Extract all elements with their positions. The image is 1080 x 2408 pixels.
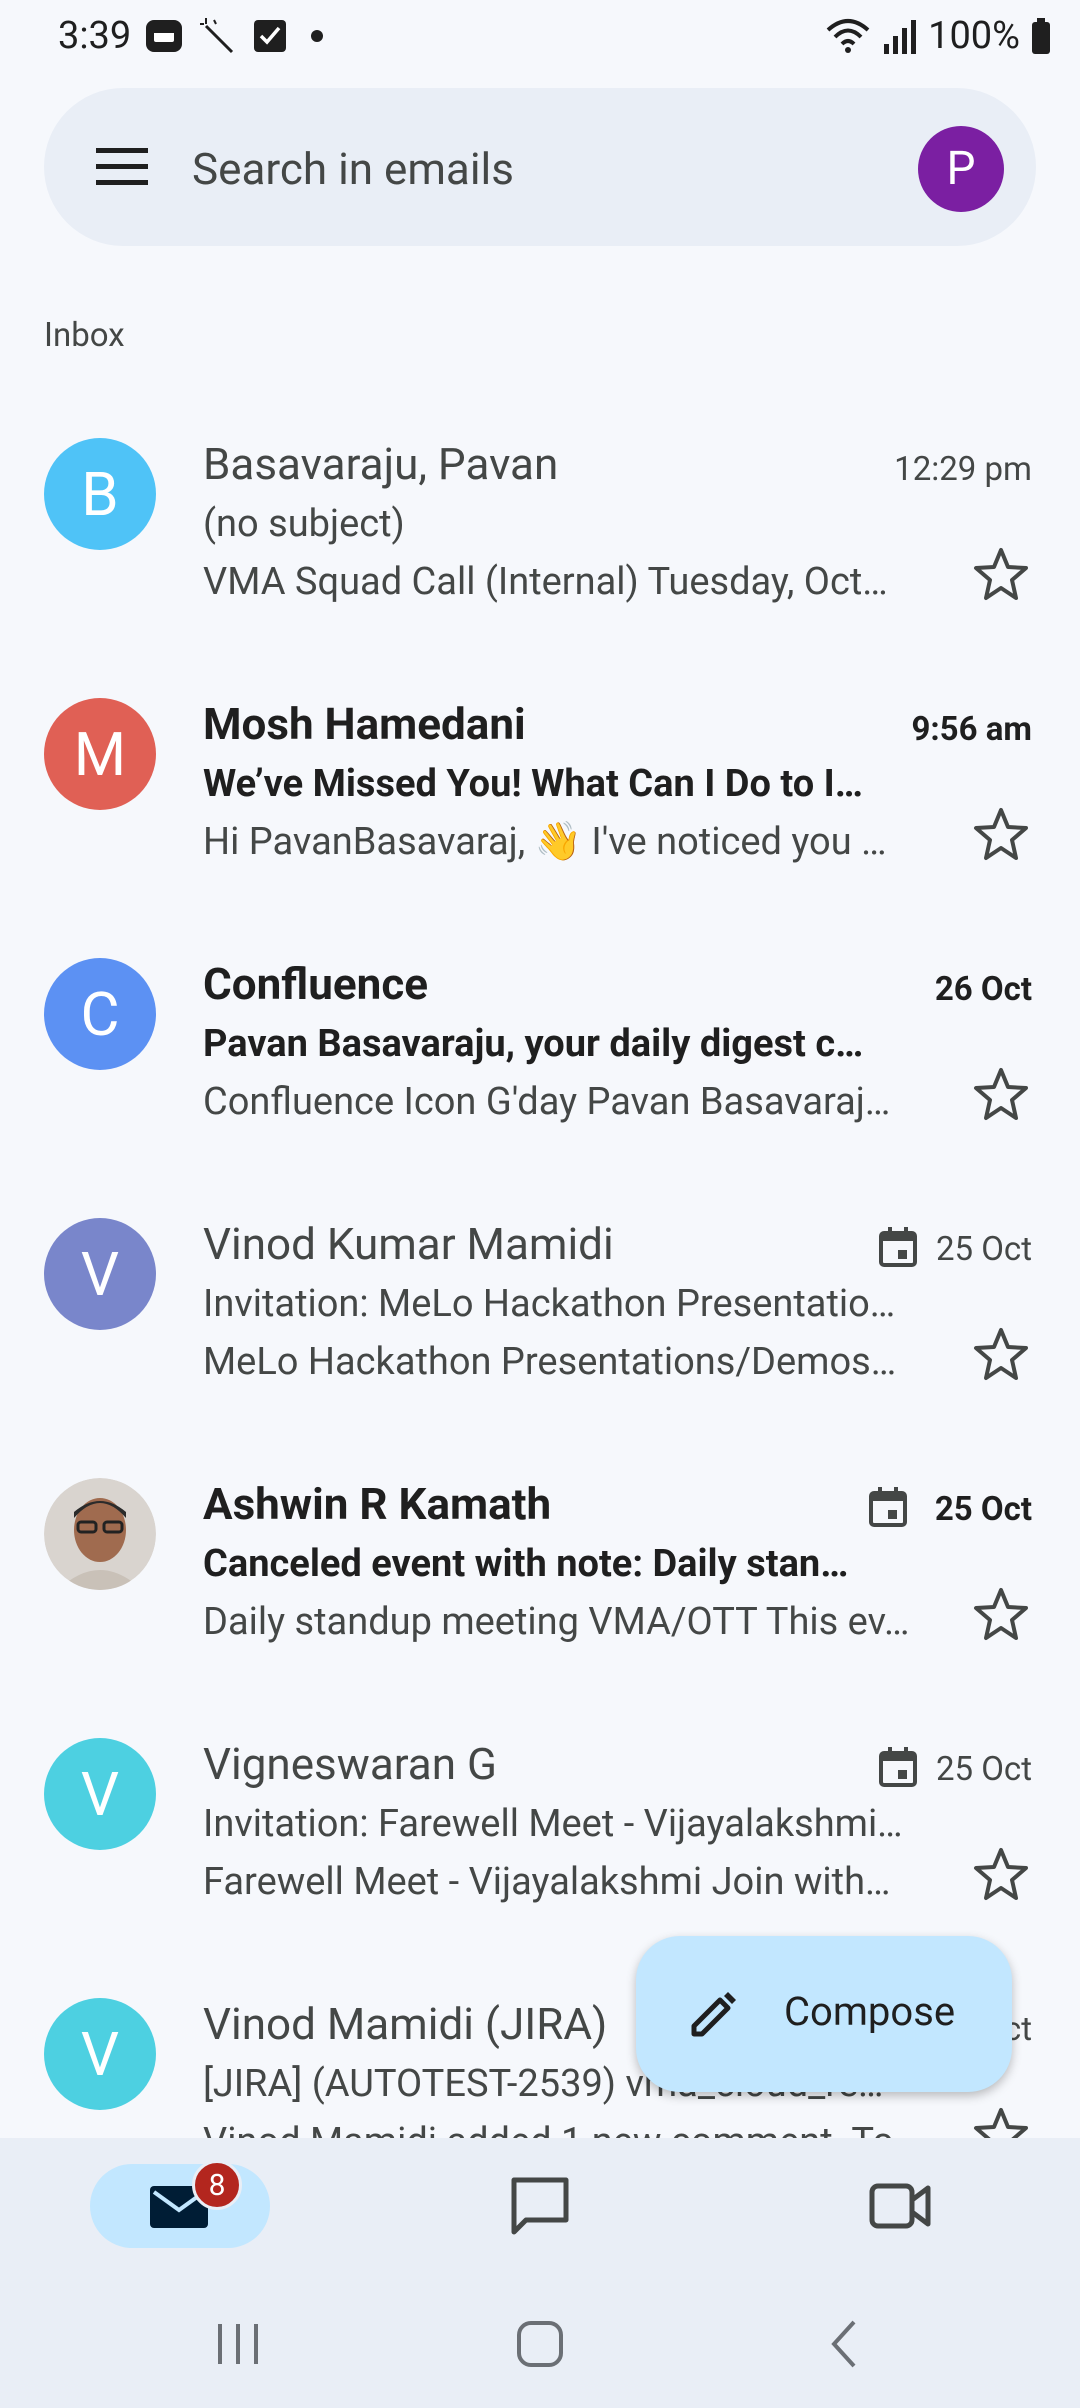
chat-icon: [511, 2177, 569, 2235]
sender-name: Vigneswaran G: [203, 1738, 497, 1790]
dot-icon: [311, 30, 323, 42]
email-subject: Invitation: MeLo Hackathon Presentatio…: [203, 1282, 896, 1326]
nav-chat-tab[interactable]: [500, 2164, 580, 2248]
email-row[interactable]: V Vinod Kumar Mamidi 25 Oct Invitation: MeL…: [0, 1180, 1080, 1440]
sender-avatar[interactable]: B: [44, 438, 156, 550]
sender-name: Vinod Mamidi (JIRA): [203, 1998, 608, 2050]
calendar-icon: [878, 1746, 918, 1788]
nav-meet-tab[interactable]: [860, 2164, 940, 2248]
folder-label: Inbox: [44, 316, 125, 355]
status-bar: 3:39 100%: [0, 0, 1080, 72]
email-snippet: Vinod Mamidi added 1 new comment. To…: [203, 2120, 933, 2138]
email-date: 25 Oct: [935, 1230, 1032, 1269]
menu-button[interactable]: [94, 142, 150, 192]
nav-mail-tab[interactable]: 8: [90, 2160, 270, 2248]
calendar-icon: [868, 1486, 908, 1528]
email-snippet: Daily standup meeting VMA/OTT This ev…: [203, 1600, 910, 1644]
email-date: 25 Oct: [934, 1490, 1032, 1529]
email-subject: Canceled event with note: Daily stan…: [203, 1542, 849, 1586]
sender-avatar[interactable]: V: [44, 1218, 156, 1330]
search-bar[interactable]: P: [44, 88, 1036, 246]
email-snippet: VMA Squad Call (Internal) Tuesday, Oct…: [203, 560, 888, 604]
magic-icon: [200, 18, 234, 54]
sender-avatar[interactable]: V: [44, 1998, 156, 2110]
pencil-icon: [691, 1992, 736, 2037]
sender-avatar[interactable]: V: [44, 1738, 156, 1850]
email-subject: We’ve Missed You! What Can I Do to I…: [203, 762, 863, 806]
bottom-navigation: 8: [0, 2138, 1080, 2280]
search-input[interactable]: [190, 128, 914, 210]
email-row[interactable]: M Mosh Hamedani 9:56 am We’ve Missed You! W…: [0, 660, 1080, 920]
star-icon[interactable]: [972, 806, 1030, 862]
sender-avatar[interactable]: C: [44, 958, 156, 1070]
battery-icon: [1032, 18, 1050, 54]
email-date: 12:29 pm: [894, 450, 1032, 489]
status-left-icons: [144, 16, 332, 56]
checkbox-icon: [254, 20, 286, 52]
email-subject: Invitation: Farewell Meet - Vijayalakshm…: [203, 1802, 903, 1846]
star-icon[interactable]: [972, 1586, 1030, 1642]
email-snippet: Farewell Meet - Vijayalakshmi Join with…: [203, 1860, 891, 1904]
star-icon[interactable]: [972, 2106, 1030, 2138]
email-row[interactable]: B Basavaraju, Pavan 12:29 pm (no subject) VM…: [0, 400, 1080, 660]
meet-icon: [869, 2183, 931, 2229]
email-row[interactable]: Ashwin R Kamath 25 Oct Canceled event with…: [0, 1440, 1080, 1700]
email-subject: Pavan Basavaraju, your daily digest c…: [203, 1022, 864, 1066]
email-row[interactable]: V Vigneswaran G 25 Oct Invitation: Farewell…: [0, 1700, 1080, 1960]
signal-icon: [884, 20, 917, 54]
back-button[interactable]: [824, 2316, 864, 2372]
home-icon: [517, 2321, 563, 2367]
sender-name: Vinod Kumar Mamidi: [203, 1218, 614, 1270]
star-icon[interactable]: [972, 1326, 1030, 1382]
email-subject: (no subject): [203, 502, 405, 546]
battery-percent: 100%: [928, 14, 1020, 58]
account-avatar[interactable]: P: [918, 126, 1004, 212]
email-date: 9:56 am: [911, 710, 1032, 749]
wifi-icon: [826, 19, 870, 53]
email-list[interactable]: B Basavaraju, Pavan 12:29 pm (no subject) VM…: [0, 400, 1080, 2138]
sender-photo-avatar[interactable]: [44, 1478, 156, 1590]
email-snippet: Confluence Icon G'day Pavan Basavaraj…: [203, 1080, 891, 1124]
star-icon[interactable]: [972, 1066, 1030, 1122]
email-snippet: Hi PavanBasavaraj, 👋 I've noticed you …: [203, 820, 887, 864]
compose-label: Compose: [784, 1988, 956, 2035]
email-snippet: MeLo Hackathon Presentations/Demos…: [203, 1340, 897, 1384]
status-right-icons: 100%: [824, 12, 1052, 60]
star-icon[interactable]: [972, 546, 1030, 602]
star-icon[interactable]: [972, 1846, 1030, 1902]
sender-name: Confluence: [203, 958, 429, 1010]
back-icon: [831, 2320, 856, 2368]
sender-name: Ashwin R Kamath: [203, 1478, 552, 1530]
sender-name: Basavaraju, Pavan: [203, 438, 559, 490]
compose-button[interactable]: Compose: [636, 1936, 1012, 2092]
sender-avatar[interactable]: M: [44, 698, 156, 810]
email-row[interactable]: C Confluence 26 Oct Pavan Basavaraju, your …: [0, 920, 1080, 1180]
calendar-icon: [878, 1226, 918, 1268]
unread-badge: 8: [192, 2160, 242, 2210]
home-button[interactable]: [514, 2316, 566, 2372]
email-date: 26 Oct: [934, 970, 1032, 1009]
recents-icon: [218, 2324, 258, 2364]
hamburger-menu-icon: [96, 148, 148, 185]
status-time: 3:39: [58, 14, 132, 58]
email-date: 25 Oct: [935, 1750, 1032, 1789]
system-navigation-bar: [0, 2280, 1080, 2408]
cast-icon: [146, 20, 182, 52]
sender-name: Mosh Hamedani: [203, 698, 526, 750]
recents-button[interactable]: [214, 2316, 264, 2372]
